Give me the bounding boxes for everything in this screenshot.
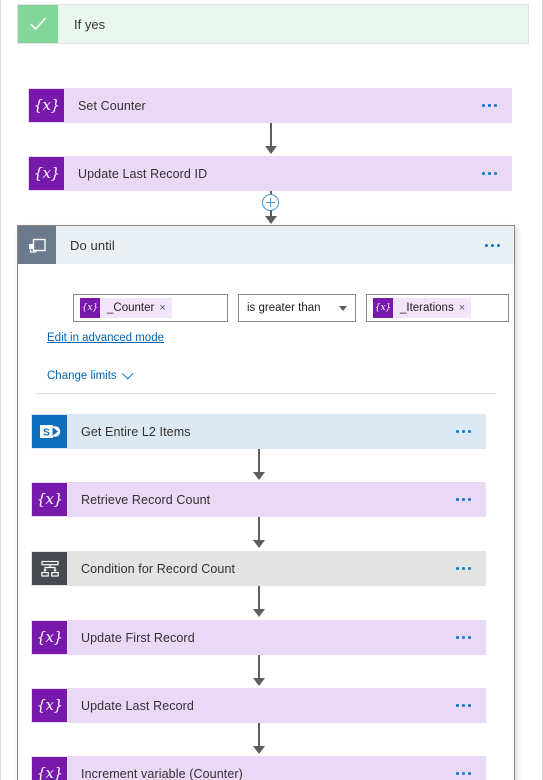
connector-arrow [265, 216, 277, 224]
svg-text:S: S [43, 427, 50, 438]
connector-line [258, 723, 260, 748]
action-card-increment-variable-counter[interactable]: {x} Increment variable (Counter) [31, 756, 486, 780]
condition-operator-dropdown[interactable]: is greater than [238, 294, 356, 322]
canvas-left-edge [0, 0, 1, 780]
do-until-divider [36, 393, 496, 394]
action-overflow-menu-button[interactable] [441, 757, 485, 780]
flow-designer-canvas: If yes {x} Set Counter {x} Update Last R… [0, 0, 543, 780]
action-title: Update First Record [81, 630, 195, 645]
connector-arrow [253, 746, 265, 754]
action-title: Increment variable (Counter) [81, 766, 243, 780]
variable-braces-glyph: {x} [374, 302, 392, 313]
variable-token-counter[interactable]: {x} _Counter × [80, 298, 172, 318]
variable-braces-glyph: {x} [33, 164, 60, 182]
action-card-update-first-record[interactable]: {x} Update First Record [31, 620, 486, 655]
action-overflow-menu-button[interactable] [441, 415, 485, 448]
token-label: _Counter [107, 302, 155, 314]
connector-line [258, 655, 260, 680]
variable-braces-icon: {x} [29, 89, 64, 122]
action-overflow-menu-button[interactable] [441, 689, 485, 722]
action-card-update-last-record-id[interactable]: {x} Update Last Record ID [28, 156, 512, 191]
change-limits-label: Change limits [47, 370, 117, 382]
variable-braces-icon: {x} [32, 689, 67, 722]
operator-value: is greater than [247, 302, 321, 314]
action-card-get-entire-l2-items[interactable]: S Get Entire L2 Items [31, 414, 486, 449]
connector-line [258, 586, 260, 611]
variable-braces-glyph: {x} [33, 96, 60, 114]
variable-braces-icon: {x} [29, 157, 64, 190]
action-title: Update Last Record ID [78, 166, 208, 181]
token-label: _Iterations [400, 302, 454, 314]
variable-braces-icon: {x} [80, 298, 100, 318]
action-overflow-menu-button[interactable] [441, 483, 485, 516]
variable-braces-icon: {x} [32, 621, 67, 654]
do-until-title: Do until [70, 237, 115, 253]
edit-advanced-mode-link[interactable]: Edit in advanced mode [47, 332, 164, 344]
action-title: Set Counter [78, 98, 146, 113]
connector-arrow [253, 540, 265, 548]
connector-line [258, 449, 260, 474]
if-yes-label: If yes [74, 16, 106, 32]
do-until-body: {x} _Counter × is greater than {x} _Iter… [18, 264, 514, 780]
if-yes-branch-header[interactable]: If yes [17, 4, 529, 44]
connector-arrow [265, 146, 277, 154]
check-icon [18, 5, 58, 43]
variable-braces-glyph: {x} [36, 628, 63, 646]
add-step-button[interactable] [262, 194, 279, 211]
do-until-header[interactable]: Do until [18, 226, 514, 264]
action-title: Retrieve Record Count [81, 492, 211, 507]
do-until-overflow-menu-button[interactable] [470, 226, 514, 264]
variable-braces-icon: {x} [32, 757, 67, 780]
variable-braces-glyph: {x} [36, 764, 63, 780]
connector-arrow [253, 609, 265, 617]
condition-right-value-field[interactable]: {x} _Iterations × [366, 294, 509, 322]
connector-line [258, 517, 260, 542]
action-card-set-counter[interactable]: {x} Set Counter [28, 88, 512, 123]
variable-braces-icon: {x} [373, 298, 393, 318]
variable-braces-icon: {x} [32, 483, 67, 516]
do-until-scope[interactable]: Do until {x} _Counter × is greater than … [17, 225, 515, 780]
chevron-down-icon [121, 368, 134, 380]
loop-until-icon [18, 226, 56, 264]
action-title: Update Last Record [81, 698, 194, 713]
action-card-update-last-record[interactable]: {x} Update Last Record [31, 688, 486, 723]
action-overflow-menu-button[interactable] [441, 552, 485, 585]
variable-braces-glyph: {x} [81, 302, 99, 313]
variable-braces-glyph: {x} [36, 490, 63, 508]
condition-left-value-field[interactable]: {x} _Counter × [73, 294, 228, 322]
change-limits-toggle[interactable]: Change limits [47, 368, 134, 382]
variable-braces-glyph: {x} [36, 696, 63, 714]
action-card-condition-for-record-count[interactable]: Condition for Record Count [31, 551, 486, 586]
condition-branch-icon [32, 552, 67, 585]
action-title: Get Entire L2 Items [81, 424, 191, 439]
action-title: Condition for Record Count [81, 561, 236, 576]
connector-arrow [253, 472, 265, 480]
action-overflow-menu-button[interactable] [467, 89, 511, 122]
variable-token-iterations[interactable]: {x} _Iterations × [373, 298, 472, 318]
action-overflow-menu-button[interactable] [441, 621, 485, 654]
action-card-retrieve-record-count[interactable]: {x} Retrieve Record Count [31, 482, 486, 517]
sharepoint-icon: S [32, 415, 67, 448]
do-until-condition-row: {x} _Counter × is greater than {x} _Iter… [73, 294, 509, 322]
connector-arrow [253, 678, 265, 686]
action-overflow-menu-button[interactable] [467, 157, 511, 190]
chevron-down-icon [339, 305, 347, 311]
remove-token-icon[interactable]: × [159, 302, 171, 314]
connector-line [270, 123, 272, 148]
remove-token-icon[interactable]: × [459, 302, 471, 314]
